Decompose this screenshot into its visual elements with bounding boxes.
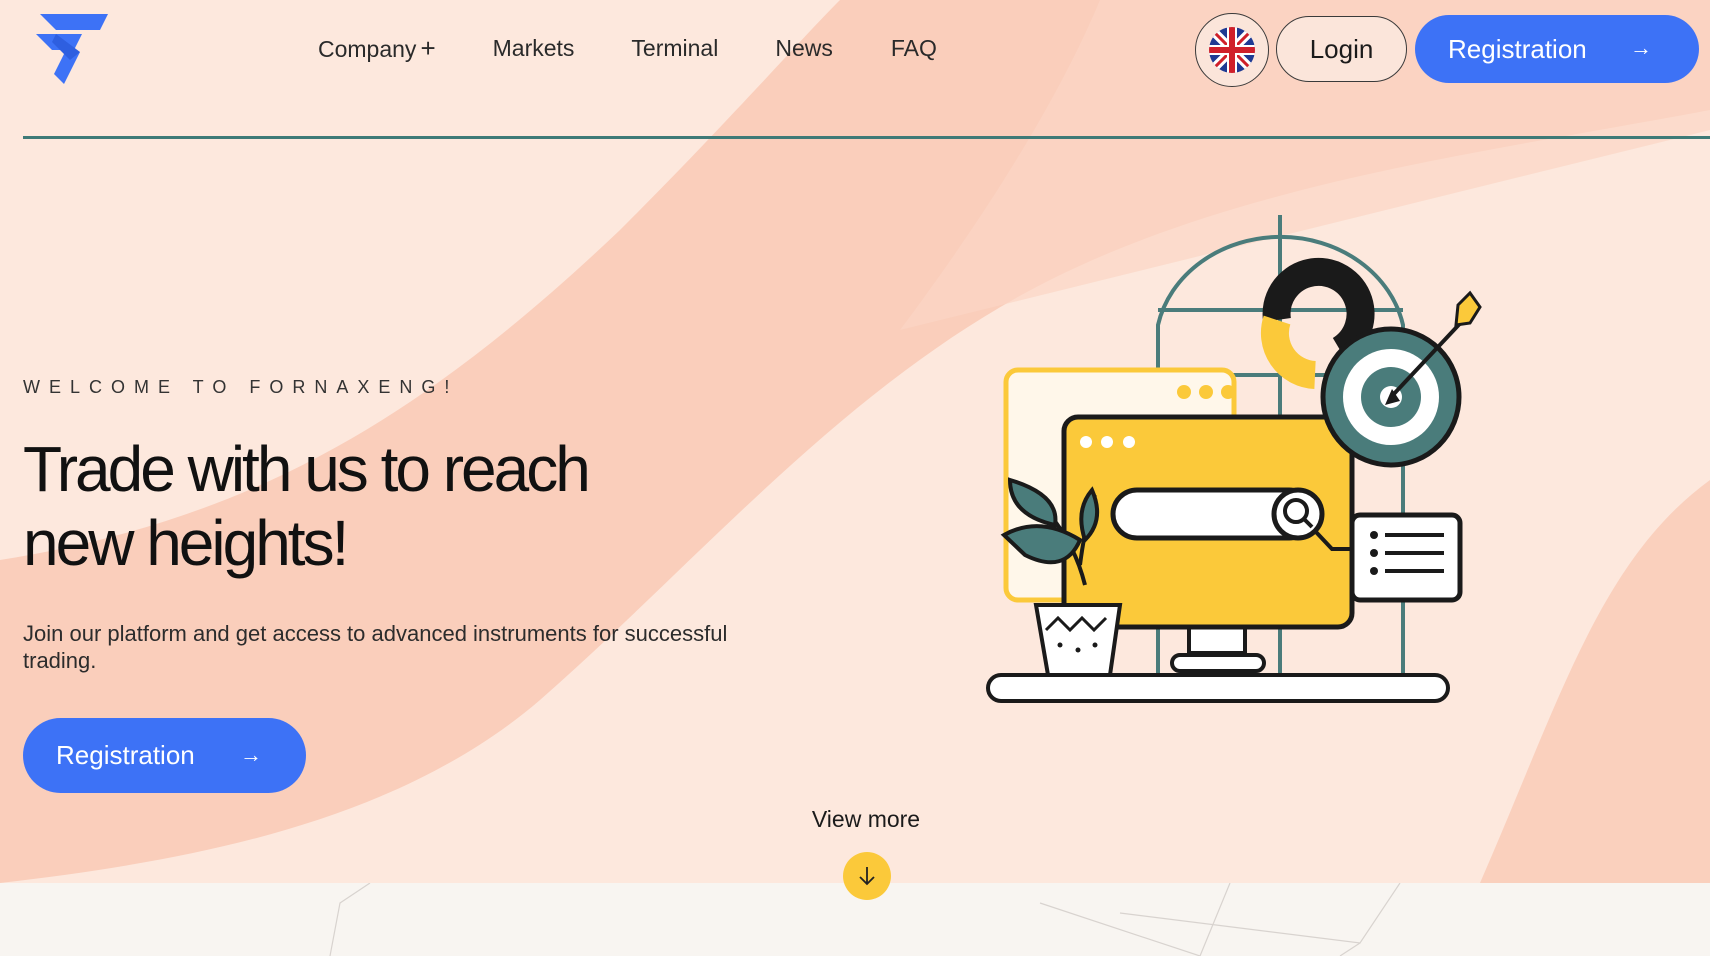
hero-headline: Trade with us to reach new heights! (23, 432, 703, 580)
nav-faq[interactable]: FAQ (891, 30, 937, 66)
welcome-eyebrow: WELCOME TO FORNAXENG! (23, 377, 459, 397)
nav-company[interactable]: Company + (318, 30, 436, 66)
header-registration-button[interactable]: Registration → (1415, 15, 1699, 83)
headline-line-2: new heights! (23, 507, 349, 579)
arrow-right-icon: → (1630, 35, 1652, 60)
headline-line-1: Trade with us to reach (23, 433, 591, 505)
nav-company-label: Company (318, 36, 417, 62)
nav-markets[interactable]: Markets (493, 30, 575, 66)
login-button[interactable]: Login (1276, 16, 1407, 82)
hero-illustration (986, 215, 1482, 703)
language-selector[interactable] (1195, 13, 1269, 87)
hero-registration-button[interactable]: Registration → (23, 718, 306, 793)
arrow-right-icon: → (240, 742, 262, 767)
arrow-down-icon (859, 867, 875, 886)
main-nav: Company + Markets Terminal News FAQ (318, 30, 937, 66)
registration-label: Registration (56, 740, 195, 770)
view-more-link[interactable]: View more (776, 806, 956, 833)
shelf (986, 673, 1450, 703)
header-divider (23, 136, 1710, 139)
scroll-down-button[interactable] (843, 852, 891, 900)
plus-icon: + (420, 33, 436, 63)
hero-subtext: Join our platform and get access to adva… (23, 621, 728, 673)
list-card (1349, 512, 1463, 603)
brand-logo[interactable] (34, 12, 110, 86)
nav-news[interactable]: News (775, 30, 833, 66)
registration-label: Registration (1448, 33, 1587, 64)
nav-terminal[interactable]: Terminal (631, 30, 718, 66)
uk-flag-icon (1209, 27, 1255, 73)
